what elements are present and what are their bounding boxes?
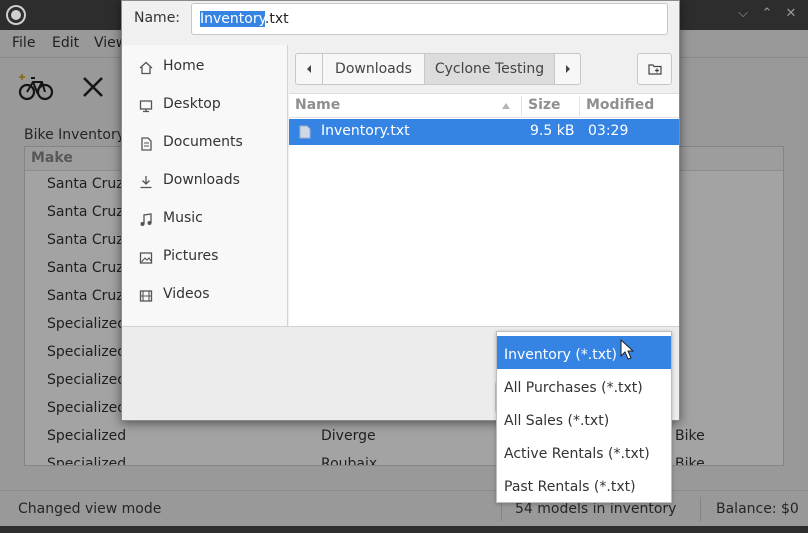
place-videos[interactable]: Videos (122, 278, 288, 314)
videos-icon (138, 288, 154, 304)
filename-extension: .txt (264, 11, 289, 27)
new-folder-button[interactable] (637, 53, 672, 85)
place-music[interactable]: Music (122, 202, 288, 238)
file-row-selected[interactable]: Inventory.txt 9.5 kB 03:29 (289, 119, 679, 145)
filter-option-active-rentals[interactable]: Active Rentals (*.txt) (497, 435, 671, 468)
places-sidebar: Home Desktop Documents Downloads Music P… (122, 45, 288, 326)
new-folder-icon (647, 64, 662, 75)
name-label: Name: (134, 10, 181, 26)
file-type-dropdown[interactable]: Inventory (*.txt) All Purchases (*.txt) … (496, 331, 672, 503)
close-window-icon[interactable]: ✕ (782, 5, 800, 23)
place-label: Videos (163, 286, 210, 302)
path-back-button[interactable] (295, 53, 323, 85)
chevron-left-icon (307, 65, 311, 73)
place-pictures[interactable]: Pictures (122, 240, 288, 276)
minimize-icon[interactable]: ⌵ (734, 5, 752, 23)
documents-icon (138, 136, 154, 152)
filename-selection: Inventory (200, 11, 265, 27)
place-downloads[interactable]: Downloads (122, 164, 288, 200)
path-segment-downloads[interactable]: Downloads (322, 53, 425, 85)
mouse-pointer-icon (620, 339, 635, 360)
column-header-modified[interactable]: Modified (586, 97, 654, 113)
file-list-header: Name Size Modified (289, 94, 679, 118)
place-label: Documents (163, 134, 243, 150)
desktop-icon (138, 98, 154, 114)
column-header-name[interactable]: Name (295, 97, 340, 113)
home-icon (138, 60, 154, 76)
place-documents[interactable]: Documents (122, 126, 288, 162)
file-modified: 03:29 (588, 123, 629, 139)
place-label: Downloads (163, 172, 240, 188)
path-segment-current[interactable]: Cyclone Testing (424, 53, 555, 85)
pictures-icon (138, 250, 154, 266)
place-label: Desktop (163, 96, 221, 112)
filter-option-all-sales[interactable]: All Sales (*.txt) (497, 402, 671, 435)
filename-input[interactable]: Inventory.txt (191, 3, 668, 35)
file-name: Inventory.txt (321, 123, 410, 139)
filter-option-past-rentals[interactable]: Past Rentals (*.txt) (497, 468, 671, 501)
chevron-right-icon (565, 65, 570, 73)
column-divider (579, 96, 580, 116)
place-home[interactable]: Home (122, 50, 288, 86)
file-list[interactable]: Name Size Modified Inventory.txt 9.5 kB … (289, 93, 679, 326)
maximize-icon[interactable]: ⌃ (758, 5, 776, 23)
app-icon (8, 7, 24, 23)
downloads-icon (138, 174, 154, 190)
place-label: Home (163, 58, 205, 74)
place-desktop[interactable]: Desktop (122, 88, 288, 124)
place-label: Pictures (163, 248, 219, 264)
file-size: 9.5 kB (530, 123, 575, 139)
filter-option-inventory[interactable]: Inventory (*.txt) (497, 336, 671, 369)
filter-option-all-purchases[interactable]: All Purchases (*.txt) (497, 369, 671, 402)
column-divider (521, 96, 522, 116)
sort-ascending-icon (502, 103, 510, 109)
path-bar: Downloads Cyclone Testing (295, 53, 581, 85)
path-forward-button[interactable] (554, 53, 581, 85)
window-border (0, 526, 808, 533)
music-icon (138, 212, 154, 228)
place-label: Music (163, 210, 203, 226)
column-header-size[interactable]: Size (528, 97, 561, 113)
text-file-icon (299, 125, 311, 139)
